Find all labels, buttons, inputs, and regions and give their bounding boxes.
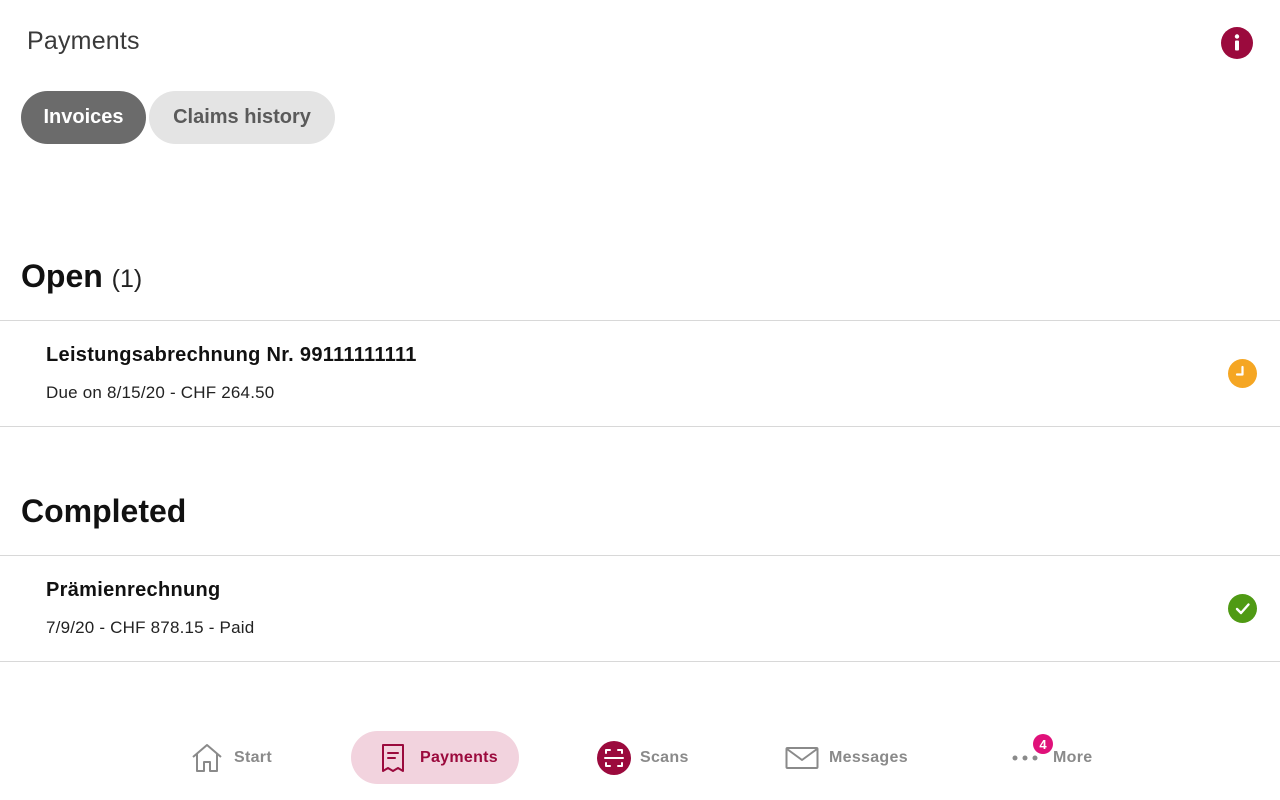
divider [0,661,1280,662]
completed-section-title: Completed [21,493,187,529]
tab-claims-history[interactable]: Claims history [149,91,335,144]
scan-icon [597,740,631,775]
divider [0,426,1280,427]
receipt-icon [382,743,404,772]
info-button[interactable] [1221,27,1253,59]
check-icon [1235,603,1250,615]
clock-icon [1235,365,1244,376]
nav-scans-label: Scans [640,748,689,766]
nav-payments[interactable]: Payments [351,731,519,784]
open-section-heading: Open (1) [21,258,142,295]
nav-more-label: More [1053,748,1093,766]
open-section-count: (1) [111,265,143,293]
segmented-tabs: Invoices Claims history [21,91,335,144]
paid-status-icon [1228,594,1257,623]
nav-messages[interactable]: Messages [785,731,908,784]
invoice-subtitle: Due on 8/15/20 - CHF 264.50 [46,383,275,402]
invoice-title: Leistungsabrechnung Nr. 99111111111 [46,344,417,366]
invoice-row[interactable]: Prämienrechnung 7/9/20 - CHF 878.15 - Pa… [0,556,1280,662]
nav-payments-label: Payments [420,748,498,766]
nav-scans[interactable]: Scans [596,731,689,784]
more-dots-icon [1012,755,1038,760]
top-bar: Payments [0,0,1280,86]
nav-messages-label: Messages [829,748,908,766]
info-icon [1234,34,1240,51]
tab-invoices[interactable]: Invoices [21,91,146,144]
invoice-title: Prämienrechnung [46,579,221,601]
nav-start[interactable]: Start [190,731,272,784]
notification-badge: 4 [1033,734,1053,754]
pending-status-icon [1228,359,1257,388]
home-icon [192,743,222,772]
invoice-subtitle: 7/9/20 - CHF 878.15 - Paid [46,618,255,637]
open-section-title: Open [21,258,103,294]
nav-start-label: Start [234,748,272,766]
envelope-icon [785,746,819,769]
page-title: Payments [27,27,140,55]
completed-section-heading: Completed [21,493,186,530]
invoice-row[interactable]: Leistungsabrechnung Nr. 99111111111 Due … [0,321,1280,427]
